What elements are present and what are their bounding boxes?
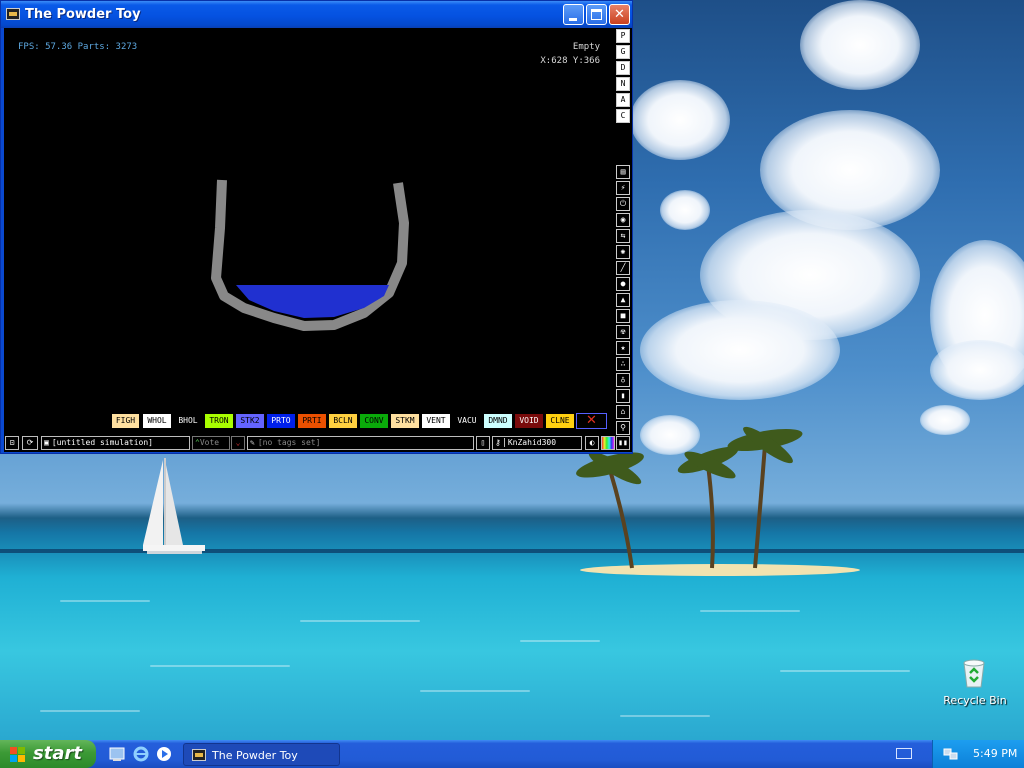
save-icon: ▣ [44,438,49,447]
clock[interactable]: 5:49 PM [973,747,1017,760]
element-tron[interactable]: TRON [205,414,233,428]
element-figh[interactable]: FIGH [112,414,139,428]
element-bcln[interactable]: BCLN [329,414,357,428]
powder-toy-window: The Powder Toy ✕ FPS: 57.36 Parts: 3273 … [0,0,633,454]
favorites-icon[interactable]: ▮ [616,389,630,403]
taskbar: start The Powder Toy 5:49 PM [0,740,1024,768]
special-icon[interactable]: ★ [616,341,630,355]
open-simulation-button[interactable]: ⊡ [5,436,19,450]
close-icon: ✕ [614,7,625,22]
open-folder-icon: ⊡ [9,438,15,447]
vote-up-button[interactable]: ⌃Vote [192,436,230,450]
app-icon [192,749,206,761]
minimize-button[interactable] [563,4,584,25]
element-prti[interactable]: PRTI [298,414,326,428]
new-simulation-button[interactable]: ▯ [476,436,490,450]
username-label: KnZahid300 [503,438,557,447]
renderer-options-button[interactable]: ◐ [585,436,599,450]
internet-explorer-icon[interactable] [132,745,150,763]
minimize-icon [569,18,577,21]
force-icon[interactable]: ⇆ [616,229,630,243]
life-icon[interactable]: ∴ [616,357,630,371]
element-conv[interactable]: CONV [360,414,388,428]
element-prto[interactable]: PRTO [267,414,295,428]
keyboard-icon[interactable] [896,748,912,759]
key-icon: ⚷ [495,438,501,447]
gravity-button[interactable]: G [616,45,630,59]
liquids-icon[interactable]: ● [616,277,630,291]
newtonian-button[interactable]: N [616,77,630,91]
powered-icon[interactable]: ⏻ [616,197,630,211]
electronics-icon[interactable]: ⚡ [616,181,630,195]
save-name-label: [untitled simulation] [51,438,153,447]
element-stkm[interactable]: STKM [391,414,419,428]
maximize-icon [591,9,602,20]
element-clne[interactable]: CLNE [546,414,574,428]
bottom-toolbar: ⊡ ⟳ ▣ [untitled simulation] ⌃Vote ⌄ ✎ [no … [4,435,632,452]
taskbar-item-powder-toy[interactable]: The Powder Toy [183,743,340,766]
element-dmnd[interactable]: DMND [484,414,512,428]
maximize-button[interactable] [586,4,607,25]
console-button[interactable]: C [616,109,630,123]
new-page-icon: ▯ [480,438,486,447]
walls-icon[interactable]: ▤ [616,165,630,179]
element-vacu[interactable]: VACU [453,414,481,428]
sensors-icon[interactable]: ◉ [616,213,630,227]
display-mode-button[interactable] [601,436,615,450]
simulation-canvas-drawing [211,179,409,331]
tags-button[interactable]: ✎ [no tags set] [247,436,474,450]
radioactive-icon[interactable]: ☢ [616,325,630,339]
app-icon[interactable] [6,8,20,20]
sailboat-image [143,458,205,554]
clear-selection-button[interactable]: ✕ [576,413,607,429]
render-mode-icon: ◐ [589,438,595,447]
element-whol[interactable]: WHOL [143,414,171,428]
network-icon[interactable] [943,746,958,761]
recycle-bin-label: Recycle Bin [943,694,1007,707]
start-label: start [33,743,82,764]
reload-button[interactable]: ⟳ [22,436,38,450]
decoration-tools-icon[interactable]: ⌂ [616,405,630,419]
pause-button[interactable]: ▮▮ [616,436,630,450]
system-tray: 5:49 PM [932,740,1024,768]
vote-label: Vote [199,438,220,447]
media-player-icon[interactable] [155,745,173,763]
element-vent[interactable]: VENT [422,414,450,428]
tools-icon[interactable]: ♁ [616,373,630,387]
reload-icon: ⟳ [26,438,34,447]
solids-icon[interactable]: ■ [616,309,630,323]
ambient-heat-button[interactable]: A [616,93,630,107]
show-desktop-icon[interactable] [108,745,126,763]
pause-icon: ▮▮ [618,438,628,447]
taskbar-item-label: The Powder Toy [212,749,298,762]
simulation-area[interactable]: FPS: 57.36 Parts: 3273 Empty X:628 Y:366… [4,28,632,452]
explosives-icon[interactable]: ✺ [616,245,630,259]
recycle-bin-icon [963,659,985,688]
gases-icon[interactable]: ╱ [616,261,630,275]
tags-label: [no tags set] [257,438,321,447]
close-icon: ✕ [586,413,597,428]
close-button[interactable]: ✕ [609,4,630,25]
search-icon[interactable]: ⚲ [616,421,630,435]
vote-down-button[interactable]: ⌄ [231,436,245,450]
start-button[interactable]: start [0,740,96,768]
recycle-bin[interactable]: Recycle Bin [940,655,1010,715]
decoration-button[interactable]: D [616,61,630,75]
window-title: The Powder Toy [25,7,141,22]
vote-down-icon: ⌄ [235,438,241,447]
pause-menu-button[interactable]: P [616,29,630,43]
tag-icon: ✎ [250,438,255,447]
windows-logo-icon [10,747,25,762]
powders-icon[interactable]: ▲ [616,293,630,307]
element-bhol[interactable]: BHOL [174,414,202,428]
element-void[interactable]: VOID [515,414,543,428]
user-button[interactable]: ⚷ KnZahid300 [492,436,582,450]
element-stk2[interactable]: STK2 [236,414,264,428]
save-name-button[interactable]: ▣ [untitled simulation] [41,436,190,450]
title-bar[interactable]: The Powder Toy ✕ [1,1,632,28]
